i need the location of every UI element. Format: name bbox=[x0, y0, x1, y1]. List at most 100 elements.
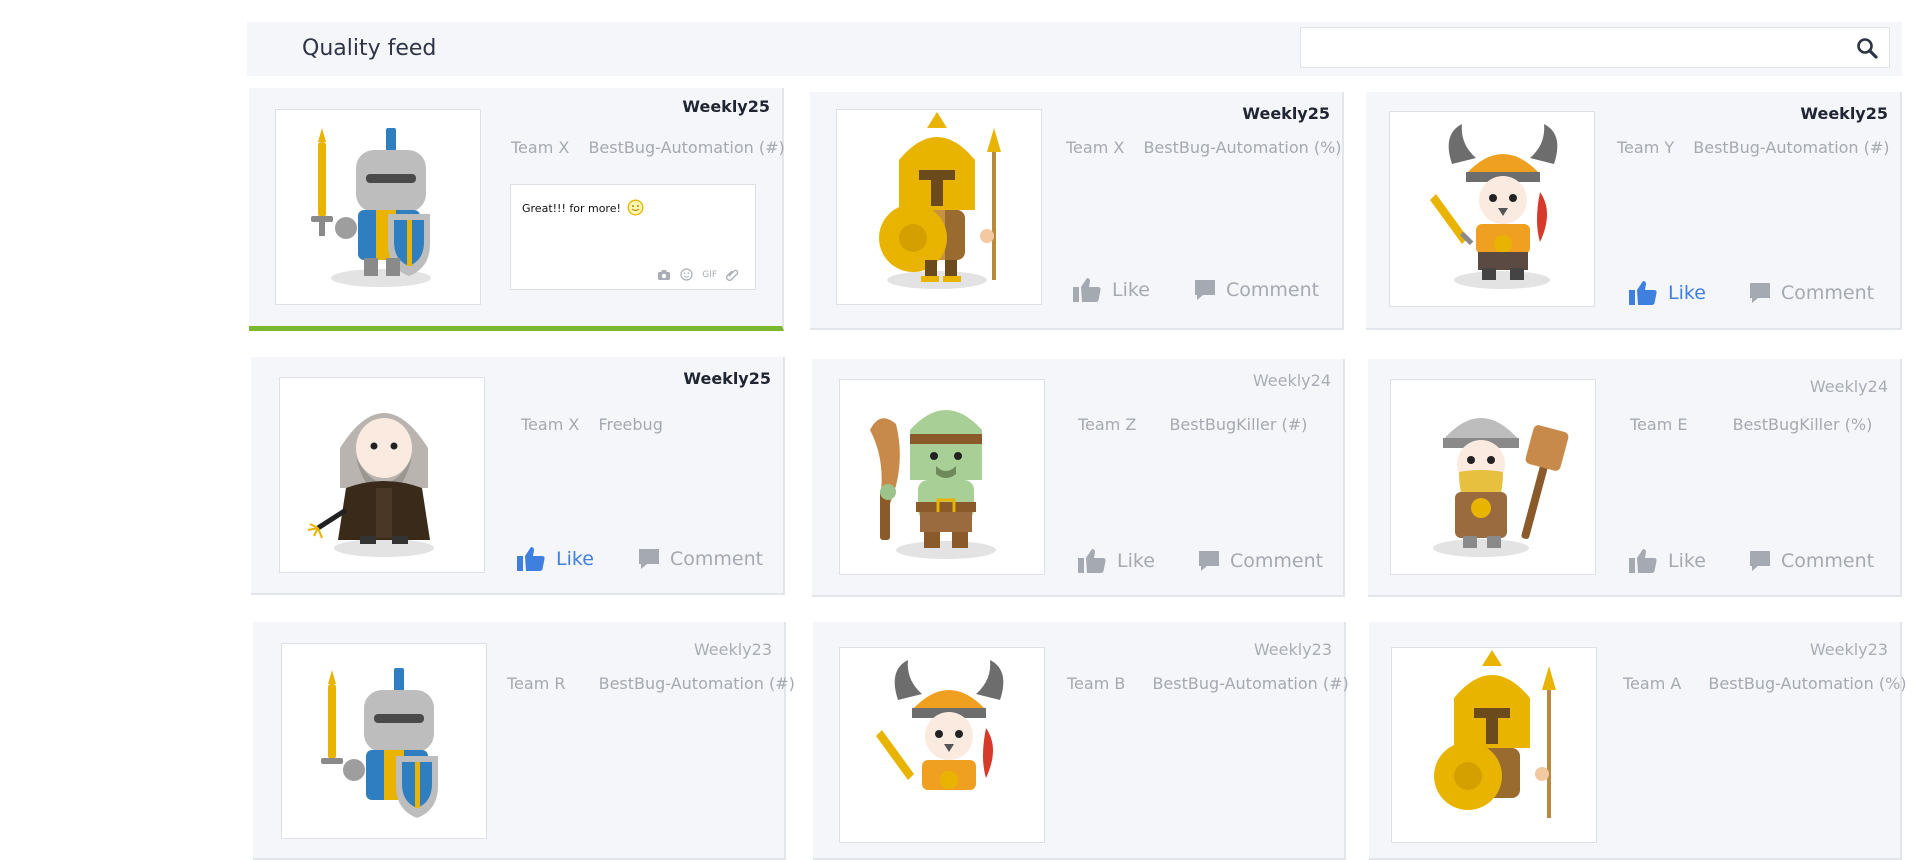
comment-icon bbox=[1750, 551, 1770, 571]
comment-label: Comment bbox=[1781, 282, 1875, 304]
avatar bbox=[839, 379, 1045, 575]
feed-card: Weekly23 Team R BestBug-Automation (#) bbox=[253, 622, 795, 860]
badge-name[interactable]: BestBugKiller (%) bbox=[1733, 415, 1873, 434]
like-label: Like bbox=[1668, 550, 1706, 572]
week-label: Weekly24 bbox=[1252, 371, 1331, 390]
team-name[interactable]: Team E bbox=[1630, 415, 1687, 434]
badge-name[interactable]: BestBug-Automation (%) bbox=[1708, 674, 1906, 693]
thumbs-up-icon bbox=[1073, 278, 1101, 302]
emoji-icon[interactable] bbox=[680, 268, 693, 281]
badge-name[interactable]: BestBug-Automation (#) bbox=[1693, 138, 1889, 157]
week-label: Weekly23 bbox=[1253, 640, 1332, 659]
week-label: Weekly25 bbox=[682, 97, 770, 116]
avatar bbox=[281, 643, 487, 839]
like-label: Like bbox=[1112, 279, 1150, 301]
like-button[interactable]: Like bbox=[516, 546, 594, 572]
avatar bbox=[836, 109, 1042, 305]
week-label: Weekly25 bbox=[683, 369, 771, 388]
knight-icon bbox=[311, 128, 431, 287]
like-button[interactable]: Like bbox=[1628, 548, 1706, 574]
comment-text: Great!!! for more! bbox=[522, 199, 644, 216]
comment-button[interactable]: Comment bbox=[1194, 277, 1319, 303]
comment-button[interactable]: Comment bbox=[638, 546, 763, 572]
thumbs-up-icon bbox=[1629, 549, 1657, 573]
feed-card: Weekly23 Team A BestBug-Automation (%) bbox=[1369, 622, 1907, 860]
like-label: Like bbox=[1117, 550, 1155, 572]
badge-name[interactable]: Freebug bbox=[598, 415, 662, 434]
avatar bbox=[1391, 647, 1597, 843]
week-label: Weekly23 bbox=[693, 640, 772, 659]
comment-icon bbox=[1750, 283, 1770, 303]
card-meta: Team Z BestBugKiller (#) bbox=[1078, 415, 1307, 434]
comment-label: Comment bbox=[1230, 550, 1324, 572]
card-meta: Team X Freebug bbox=[521, 415, 663, 434]
team-name[interactable]: Team X bbox=[521, 415, 579, 434]
comment-label: Comment bbox=[1781, 550, 1875, 572]
card-meta: Team Y BestBug-Automation (#) bbox=[1617, 138, 1890, 157]
badge-name[interactable]: BestBug-Automation (#) bbox=[588, 138, 784, 157]
team-name[interactable]: Team X bbox=[511, 138, 569, 157]
team-name[interactable]: Team A bbox=[1623, 674, 1681, 693]
page-title: Quality feed bbox=[302, 36, 437, 61]
attachment-icon[interactable] bbox=[726, 268, 739, 281]
search-box bbox=[1300, 27, 1890, 68]
team-name[interactable]: Team Y bbox=[1617, 138, 1674, 157]
feed-card: Weekly23 Team B BestBug-Automation (#) bbox=[813, 622, 1349, 860]
search-icon[interactable] bbox=[1855, 36, 1879, 60]
team-name[interactable]: Team Z bbox=[1078, 415, 1136, 434]
comment-tools: GIF bbox=[657, 268, 739, 281]
feed-card: Weekly25 Team X BestBug-Automation (#) G… bbox=[249, 88, 785, 331]
week-label: Weekly24 bbox=[1809, 377, 1888, 396]
card-meta: Team R BestBug-Automation (#) bbox=[507, 674, 795, 693]
viking-icon bbox=[876, 660, 1004, 790]
dwarf-icon bbox=[1433, 418, 1569, 557]
gif-icon[interactable]: GIF bbox=[702, 270, 717, 280]
team-name[interactable]: Team X bbox=[1066, 138, 1124, 157]
spartan-icon bbox=[879, 112, 1001, 289]
camera-icon[interactable] bbox=[657, 269, 671, 281]
badge-name[interactable]: BestBug-Automation (%) bbox=[1143, 138, 1341, 157]
viking-icon bbox=[1430, 124, 1558, 289]
card-meta: Team A BestBug-Automation (%) bbox=[1623, 674, 1907, 693]
card-meta: Team E BestBugKiller (%) bbox=[1630, 415, 1872, 434]
week-label: Weekly25 bbox=[1242, 104, 1330, 123]
comment-icon bbox=[1199, 551, 1219, 571]
team-name[interactable]: Team B bbox=[1067, 674, 1125, 693]
week-label: Weekly23 bbox=[1809, 640, 1888, 659]
like-button[interactable]: Like bbox=[1072, 277, 1150, 303]
comment-button[interactable]: Comment bbox=[1749, 548, 1874, 574]
comment-icon bbox=[639, 549, 659, 569]
avatar bbox=[275, 109, 481, 305]
like-button[interactable]: Like bbox=[1628, 280, 1706, 306]
smiley-emoji-icon bbox=[627, 199, 644, 216]
card-meta: Team X BestBug-Automation (#) bbox=[511, 138, 785, 157]
feed-card: Weekly25 Team X Freebug Like Comment bbox=[251, 357, 785, 595]
comment-label: Comment bbox=[1226, 279, 1320, 301]
avatar bbox=[839, 647, 1045, 843]
feed-card: Weekly24 Team E BestBugKiller (%) Like C… bbox=[1368, 359, 1902, 597]
comment-box[interactable]: Great!!! for more! GIF bbox=[510, 184, 756, 290]
like-button[interactable]: Like bbox=[1077, 548, 1155, 574]
badge-name[interactable]: BestBug-Automation (#) bbox=[1152, 674, 1348, 693]
spartan-icon bbox=[1434, 650, 1556, 818]
comment-label: Comment bbox=[670, 548, 764, 570]
like-label: Like bbox=[1668, 282, 1706, 304]
comment-button[interactable]: Comment bbox=[1749, 280, 1874, 306]
week-label: Weekly25 bbox=[1800, 104, 1888, 123]
thumbs-up-icon bbox=[1078, 549, 1106, 573]
comment-icon bbox=[1195, 280, 1215, 300]
thumbs-up-icon bbox=[1629, 281, 1657, 305]
feed-card: Weekly25 Team X BestBug-Automation (%) L… bbox=[810, 92, 1344, 330]
badge-name[interactable]: BestBug-Automation (#) bbox=[599, 674, 795, 693]
comment-button[interactable]: Comment bbox=[1198, 548, 1323, 574]
avatar bbox=[279, 377, 485, 573]
avatar bbox=[1389, 111, 1595, 307]
search-input[interactable] bbox=[1301, 28, 1841, 67]
wizard-icon bbox=[307, 413, 434, 557]
knight-icon bbox=[321, 668, 438, 818]
badge-name[interactable]: BestBugKiller (#) bbox=[1169, 415, 1307, 434]
card-meta: Team X BestBug-Automation (%) bbox=[1066, 138, 1342, 157]
team-name[interactable]: Team R bbox=[507, 674, 566, 693]
orc-icon bbox=[870, 410, 996, 559]
card-meta: Team B BestBug-Automation (#) bbox=[1067, 674, 1349, 693]
